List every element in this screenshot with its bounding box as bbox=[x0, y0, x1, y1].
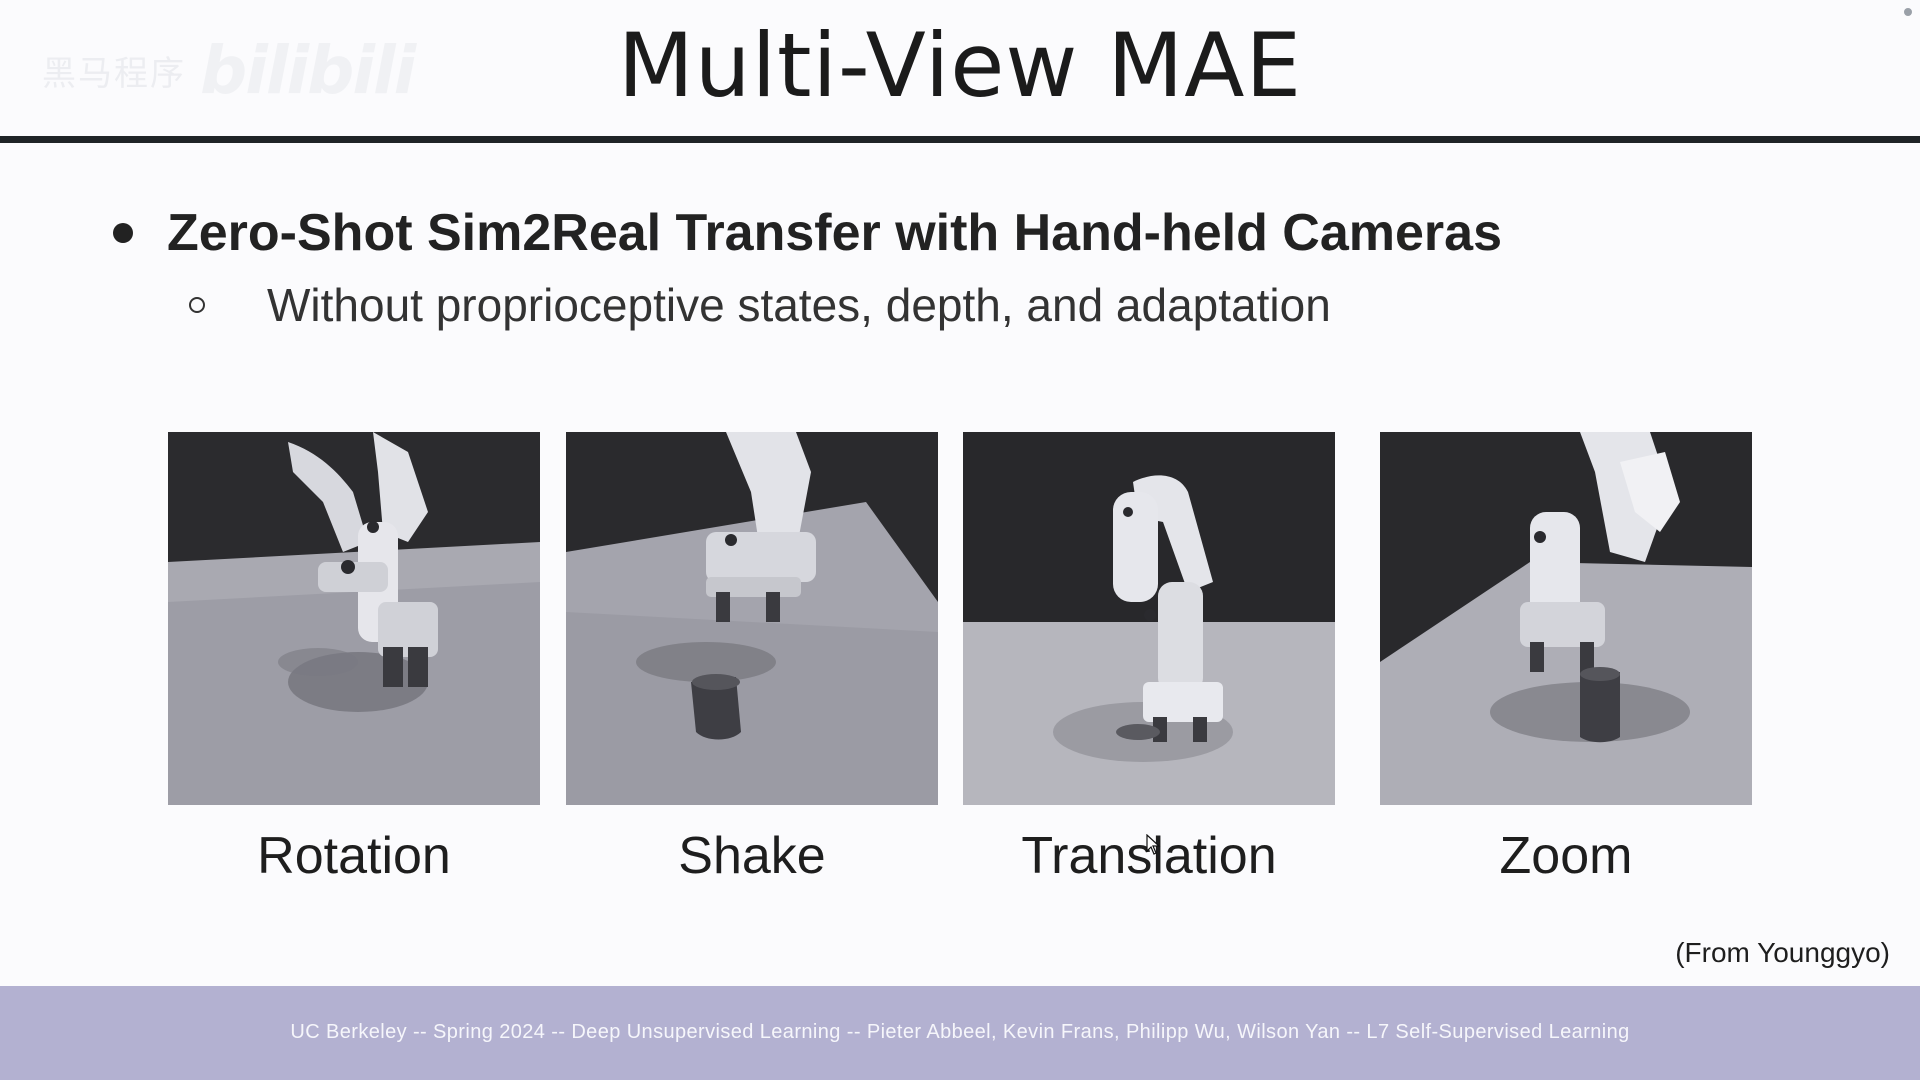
robot-arm-zoom-photo bbox=[1380, 432, 1752, 805]
sub-bullet: Without proprioceptive states, depth, an… bbox=[189, 278, 1331, 332]
panel-caption-shake: Shake bbox=[678, 827, 826, 885]
panel-caption-rotation: Rotation bbox=[257, 827, 451, 885]
sub-bullet-text: Without proprioceptive states, depth, an… bbox=[267, 279, 1331, 331]
main-bullet-text: Zero-Shot Sim2Real Transfer with Hand-he… bbox=[167, 204, 1502, 262]
robot-arm-translation-photo bbox=[963, 432, 1335, 805]
mouse-cursor-icon bbox=[1146, 834, 1161, 855]
panel-caption-zoom: Zoom bbox=[1499, 827, 1633, 885]
bullet-disc-icon bbox=[113, 223, 133, 243]
footer-text: UC Berkeley -- Spring 2024 -- Deep Unsup… bbox=[290, 1021, 1630, 1043]
slide: 黑马程序 bilibili Multi-View MAE Zero-Shot S… bbox=[0, 0, 1920, 1080]
main-bullet: Zero-Shot Sim2Real Transfer with Hand-he… bbox=[113, 203, 1502, 263]
source-credit: (From Younggyo) bbox=[1675, 937, 1890, 968]
robot-arm-shake-photo bbox=[566, 432, 938, 805]
robot-arm-rotation-photo bbox=[168, 432, 540, 805]
title-divider bbox=[0, 136, 1920, 143]
bullet-circle-icon bbox=[189, 297, 205, 313]
slide-title: Multi-View MAE bbox=[617, 14, 1303, 117]
